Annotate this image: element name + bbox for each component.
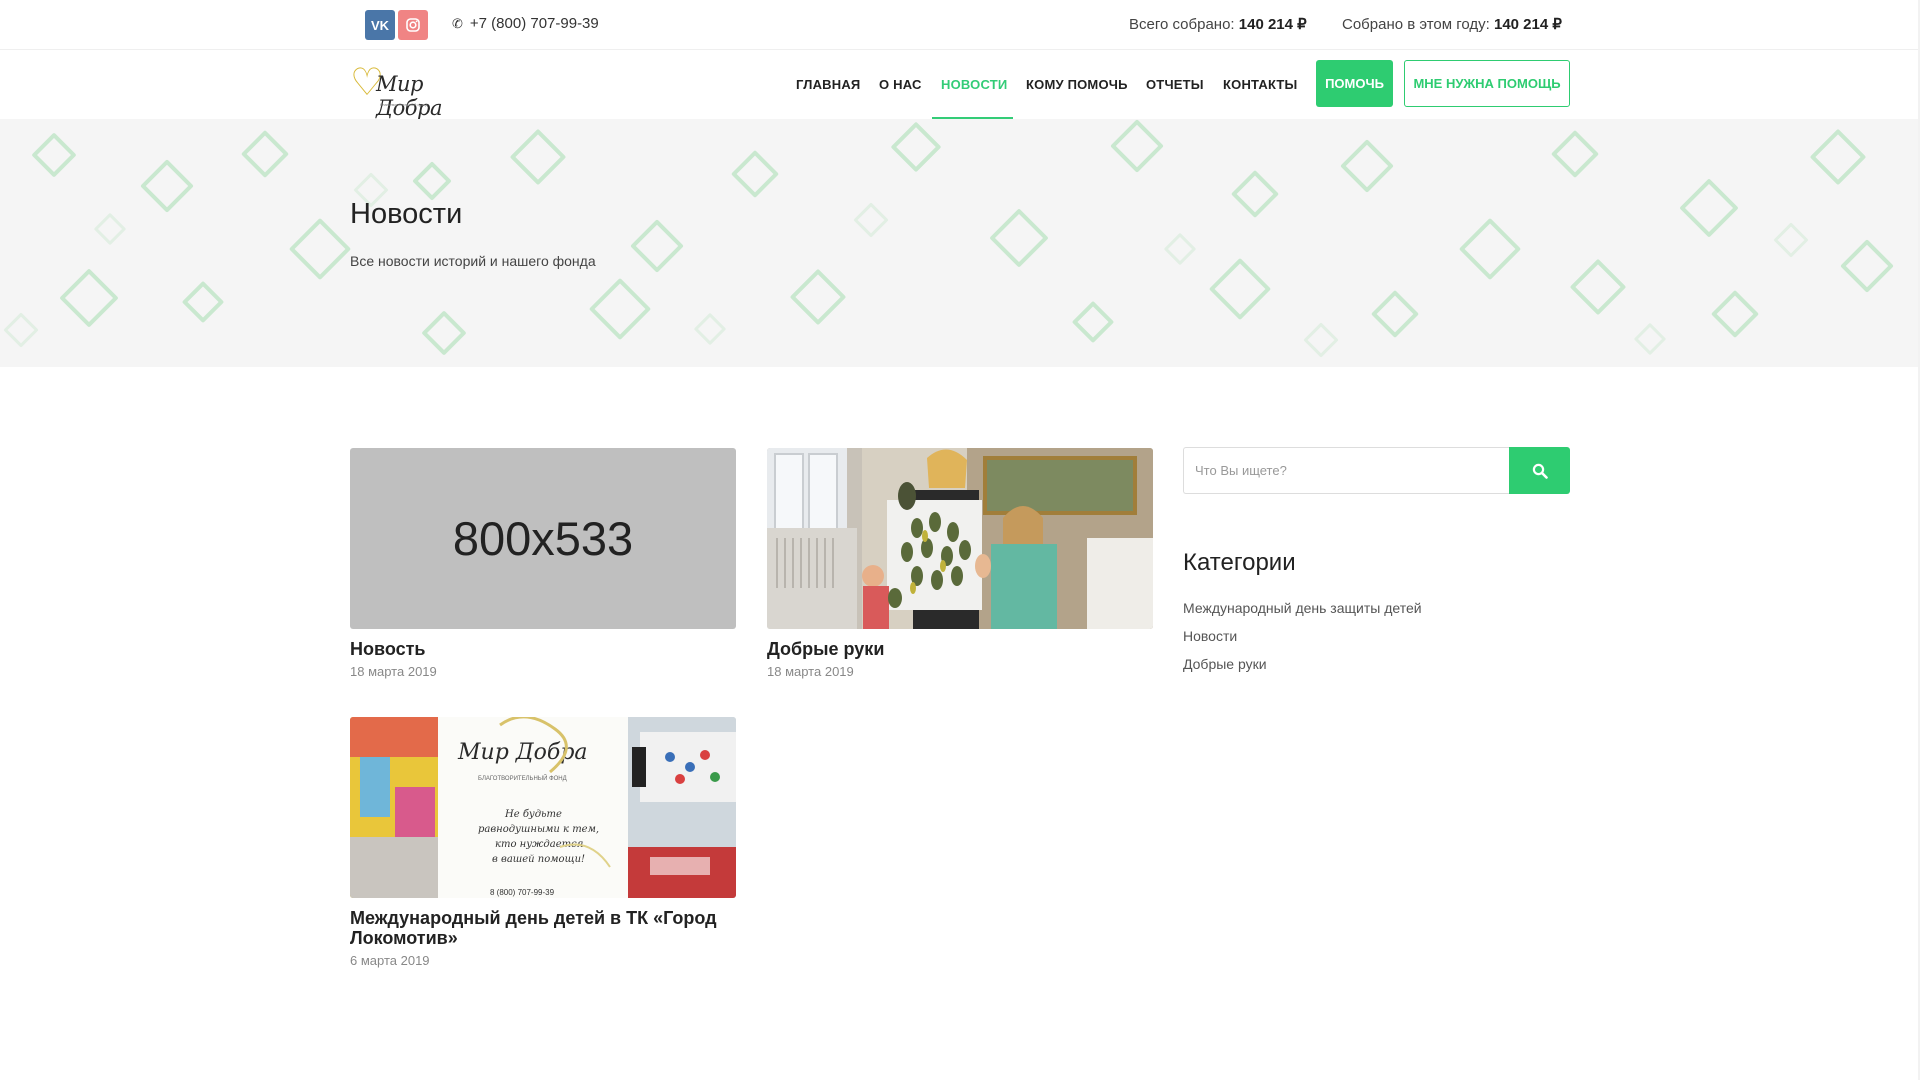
- total-collected-value: 140 214 ₽: [1238, 16, 1307, 33]
- nav-item-contacts[interactable]: КОНТАКТЫ: [1223, 77, 1297, 92]
- poster-line: равнодушными к тем,: [478, 824, 599, 835]
- phone-number: +7 (800) 707-99-39: [469, 15, 599, 32]
- instagram-glyph: [406, 18, 420, 32]
- image-placeholder: 800x533: [350, 448, 736, 629]
- logo-text: Мир Добра: [376, 72, 443, 120]
- news-card-title[interactable]: Новость: [350, 639, 736, 659]
- total-collected-label: Всего собрано:: [1129, 16, 1235, 33]
- poster-line: в вашей помощи!: [492, 854, 585, 865]
- page-hero: Новости Все новости историй и нашего фон…: [0, 119, 1920, 367]
- photo-poster-mir-dobra: Мир Добра БЛАГОТВОРИТЕЛЬНЫЙ ФОНД Не будь…: [350, 717, 736, 898]
- poster-subtitle: БЛАГОТВОРИТЕЛЬНЫЙ ФОНД: [478, 774, 567, 782]
- phone-icon: ✆: [452, 15, 463, 31]
- poster-line: Не будьте: [504, 809, 562, 820]
- logo-subtitle: благотворительный фонд: [380, 102, 428, 107]
- nav-item-about[interactable]: О НАС: [879, 77, 922, 92]
- poster-phone: 8 (800) 707-99-39: [490, 888, 555, 897]
- year-collected-value: 140 214 ₽: [1493, 16, 1562, 33]
- categories-title: Категории: [1183, 549, 1296, 576]
- nav-item-who-to-help[interactable]: КОМУ ПОМОЧЬ: [1026, 77, 1128, 92]
- diamond-pattern: [3, 119, 1894, 358]
- total-collected: Всего собрано: 140 214 ₽: [1129, 15, 1307, 33]
- news-card-image[interactable]: 800x533: [350, 448, 736, 629]
- news-card-image[interactable]: [767, 448, 1153, 629]
- vk-icon[interactable]: VK: [365, 10, 395, 40]
- help-button[interactable]: ПОМОЧЬ: [1316, 60, 1393, 107]
- phone-link[interactable]: ✆ +7 (800) 707-99-39: [452, 15, 599, 32]
- news-card-date: 6 марта 2019: [350, 953, 430, 968]
- news-card-date: 18 марта 2019: [350, 664, 437, 679]
- news-card-date: 18 марта 2019: [767, 664, 854, 679]
- need-help-button[interactable]: МНЕ НУЖНА ПОМОЩЬ: [1404, 60, 1570, 107]
- nav-item-home[interactable]: ГЛАВНАЯ: [796, 77, 860, 92]
- page: VK ✆ +7 (800) 707-99-39 Всего собрано: 1…: [0, 0, 1920, 1080]
- category-link[interactable]: Международный день защиты детей: [1183, 600, 1422, 616]
- photo-children-handprints: [767, 448, 1153, 629]
- instagram-icon[interactable]: [398, 10, 428, 40]
- category-link[interactable]: Новости: [1183, 628, 1237, 644]
- news-card-title[interactable]: Добрые руки: [767, 639, 1153, 659]
- year-collected: Собрано в этом году: 140 214 ₽: [1342, 15, 1562, 33]
- search-icon: [1532, 463, 1548, 479]
- page-subtitle: Все новости историй и нашего фонда: [350, 253, 596, 269]
- poster-logo-text: Мир Добра: [457, 740, 588, 765]
- page-title: Новости: [350, 198, 463, 230]
- search-input[interactable]: [1183, 447, 1510, 494]
- news-card-title[interactable]: Международный день детей в ТК «Город Лок…: [350, 908, 736, 948]
- search-button[interactable]: [1509, 447, 1570, 494]
- category-link[interactable]: Добрые руки: [1183, 656, 1267, 672]
- nav-item-news[interactable]: НОВОСТИ: [941, 77, 1007, 92]
- top-bar: VK ✆ +7 (800) 707-99-39 Всего собрано: 1…: [0, 0, 1920, 50]
- logo[interactable]: ♡ Мир Добра благотворительный фонд: [350, 62, 462, 120]
- nav-item-reports[interactable]: ОТЧЕТЫ: [1146, 77, 1204, 92]
- search-form: [1183, 447, 1570, 494]
- news-card-image[interactable]: Мир Добра БЛАГОТВОРИТЕЛЬНЫЙ ФОНД Не будь…: [350, 717, 736, 898]
- year-collected-label: Собрано в этом году:: [1342, 16, 1490, 33]
- main-header: ♡ Мир Добра благотворительный фонд ГЛАВН…: [0, 50, 1920, 120]
